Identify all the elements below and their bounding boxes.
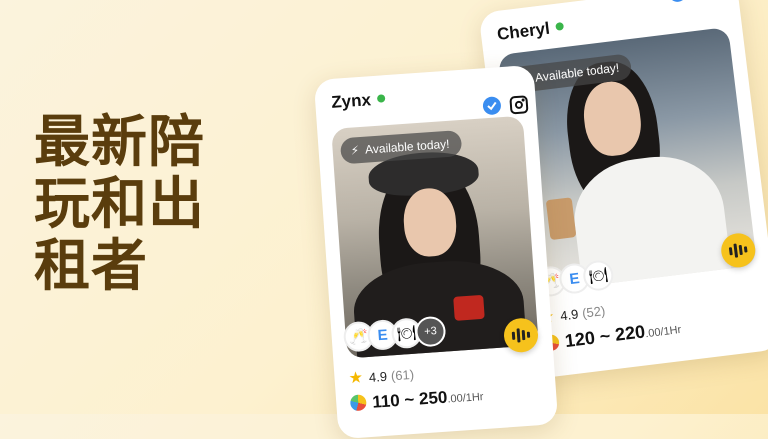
price-unit: .00/1Hr [644,323,682,341]
price-range: 110 ~ 250 [371,387,448,412]
headline-line-2: 玩和出 [34,172,205,237]
headline: 最新陪 玩和出 租者 [34,112,205,298]
rating-count: (61) [390,366,415,384]
photo-red-item [453,294,485,321]
price-unit: .00/1Hr [447,391,484,406]
coin-icon [349,394,367,412]
availability-text: Available today! [534,60,620,85]
profile-name-text: Zynx [330,90,372,112]
price-range: 120 ~ 220 [563,321,647,352]
profile-name: Cheryl [496,17,565,45]
price-row: 110 ~ 250.00/1Hr [349,385,484,414]
online-status-dot [376,94,386,103]
rating-value: 4.9 [559,306,580,324]
profile-name-text: Cheryl [496,18,551,45]
voice-icon [728,242,748,258]
voice-icon [511,328,531,343]
instagram-icon[interactable] [694,0,715,1]
star-icon: ★ [348,369,364,388]
instagram-icon[interactable] [509,95,529,115]
headline-line-1: 最新陪 [34,110,205,175]
profile-name: Zynx [331,89,386,113]
online-status-dot [555,21,565,31]
rating-value: 4.9 [368,368,388,385]
rating-row: ★ 4.9 (61) [348,364,415,389]
profile-card-zynx[interactable]: Zynx ⚡︎ Available today! 🥂 E 🍽 +3 ★ 4.9 (61… [313,64,559,439]
headline-line-3: 租者 [34,234,148,299]
rating-count: (52) [581,303,607,321]
lightning-icon: ⚡︎ [350,143,360,158]
verified-badge-icon [482,96,501,115]
photo-drink [545,197,577,241]
verified-badge-icon [668,0,687,2]
availability-text: Available today! [364,136,450,157]
